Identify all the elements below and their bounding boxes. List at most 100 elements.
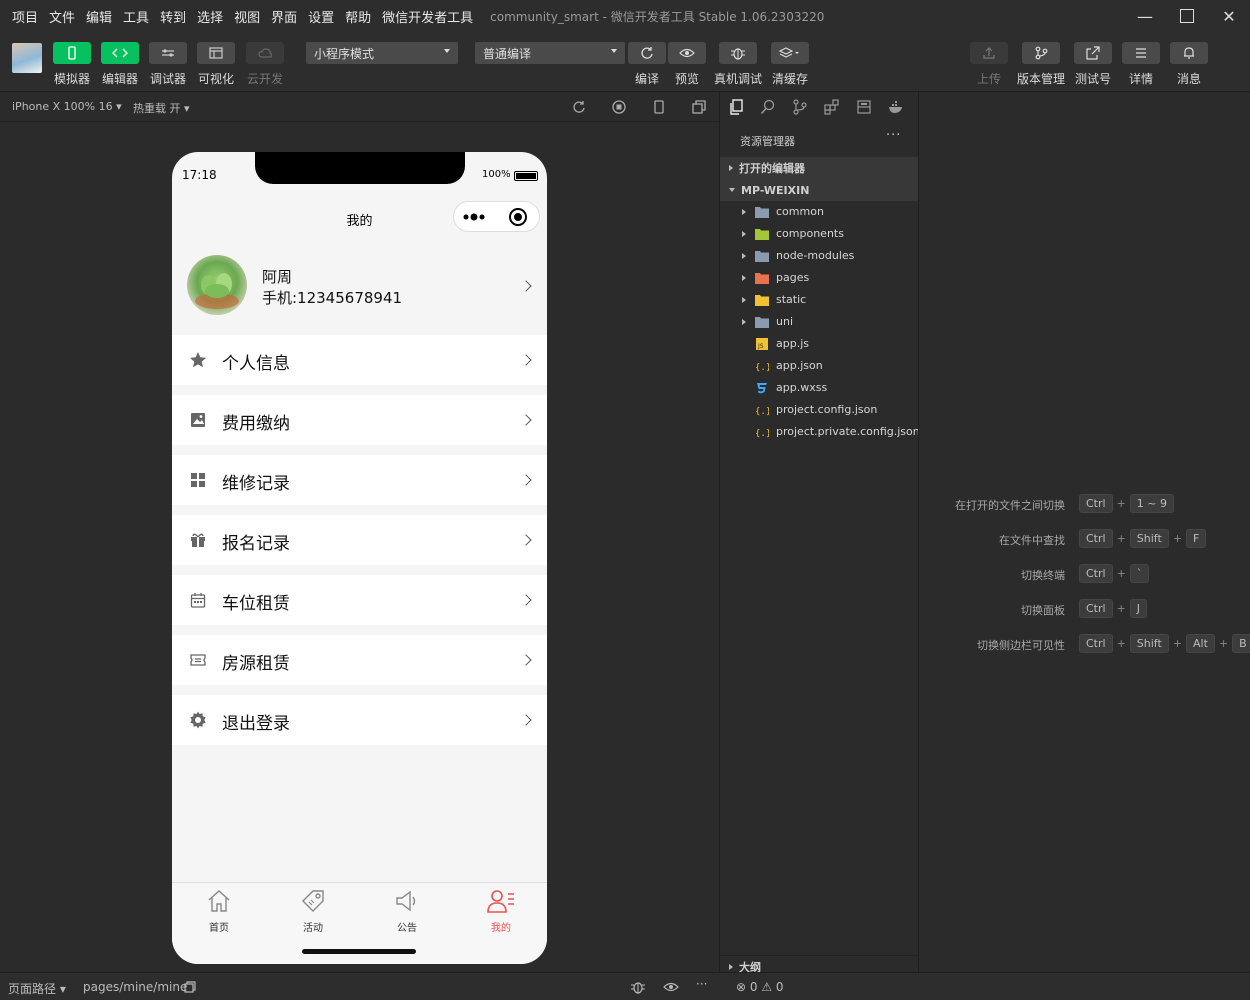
- device-frame-icon[interactable]: [651, 99, 667, 115]
- layout-button[interactable]: [197, 42, 235, 64]
- chevron-right-icon: [742, 275, 746, 281]
- chevron-right-icon: [520, 474, 532, 486]
- copy-icon[interactable]: [184, 981, 196, 996]
- chevron-right-icon: [742, 253, 746, 259]
- chevron-right-icon: [520, 354, 532, 366]
- file-item[interactable]: app.wxss: [720, 377, 919, 399]
- folder-item[interactable]: pages: [720, 267, 919, 289]
- source-control-icon[interactable]: [792, 99, 808, 115]
- detach-window-icon[interactable]: [691, 99, 707, 115]
- stop-icon[interactable]: [611, 99, 627, 115]
- file-name: components: [776, 227, 844, 240]
- folder-item[interactable]: components: [720, 223, 919, 245]
- folder-item[interactable]: uni: [720, 311, 919, 333]
- refresh-button[interactable]: [628, 42, 666, 64]
- svg-text:{.}: {.}: [755, 363, 769, 372]
- file-item[interactable]: JS app.js: [720, 333, 919, 355]
- folder-item[interactable]: common: [720, 201, 919, 223]
- battery-icon: [514, 171, 538, 181]
- tab-megaphone[interactable]: 公告: [360, 887, 454, 934]
- tab-home[interactable]: 首页: [172, 887, 266, 934]
- rotate-icon[interactable]: [571, 99, 587, 115]
- bug-button[interactable]: [719, 42, 757, 64]
- menu-item[interactable]: 界面: [271, 7, 297, 26]
- layers-icon: [779, 47, 801, 59]
- open-editors-section[interactable]: 打开的编辑器: [720, 157, 919, 179]
- menu-row[interactable]: 报名记录: [172, 515, 547, 565]
- search-icon[interactable]: [760, 99, 776, 115]
- menu-row[interactable]: 退出登录: [172, 695, 547, 745]
- bell-button[interactable]: [1170, 42, 1208, 64]
- device-select[interactable]: iPhone X 100% 16 ▾: [12, 100, 122, 113]
- minimize-button[interactable]: —: [1124, 0, 1166, 32]
- user-name: 阿周: [262, 268, 293, 286]
- folder-item[interactable]: node-modules: [720, 245, 919, 267]
- chevron-right-icon: [520, 594, 532, 606]
- plus-sign: +: [1218, 637, 1229, 650]
- menu-item[interactable]: 选择: [197, 7, 223, 26]
- file-item[interactable]: {.} project.config.json: [720, 399, 919, 421]
- layers-button[interactable]: [771, 42, 809, 64]
- compile-select[interactable]: 普通编译: [475, 42, 625, 64]
- chevron-right-icon: [729, 165, 733, 171]
- folder-icon: [755, 294, 769, 306]
- folder-item[interactable]: static: [720, 289, 919, 311]
- menu-item[interactable]: 编辑: [86, 7, 112, 26]
- close-window-button[interactable]: ✕: [1208, 0, 1250, 32]
- menu-row[interactable]: 房源租赁: [172, 635, 547, 685]
- battery-percent: 100%: [482, 169, 511, 180]
- storage-icon[interactable]: [856, 99, 872, 115]
- files-icon[interactable]: [728, 99, 744, 115]
- menu-row[interactable]: 维修记录: [172, 455, 547, 505]
- menu-item[interactable]: 文件: [49, 7, 75, 26]
- shortcut-label: 在打开的文件之间切换: [955, 499, 1065, 512]
- more-actions-button[interactable]: ···: [886, 128, 901, 143]
- menu-bar: 项目 文件 编辑 工具 转到 选择 视图 界面 设置 帮助 微信开发者工具: [0, 7, 484, 26]
- extensions-icon[interactable]: [824, 99, 840, 115]
- chevron-right-icon: [520, 280, 532, 292]
- ticket-icon: [189, 651, 207, 669]
- capsule-menu[interactable]: [453, 201, 540, 232]
- external-button[interactable]: [1074, 42, 1112, 64]
- explorer-panel: 资源管理器 ··· 打开的编辑器 MP-WEIXIN common compone…: [720, 92, 920, 974]
- eye-icon[interactable]: [663, 980, 679, 997]
- menu-item[interactable]: 转到: [160, 7, 186, 26]
- maximize-button[interactable]: [1166, 0, 1208, 32]
- menu-row[interactable]: 车位租赁: [172, 575, 547, 625]
- menu-item[interactable]: 工具: [123, 7, 149, 26]
- tab-user[interactable]: 我的: [454, 887, 547, 934]
- sliders-button[interactable]: [149, 42, 187, 64]
- tab-tag[interactable]: 活动: [266, 887, 360, 934]
- phone-button[interactable]: [53, 42, 91, 64]
- refresh-icon: [640, 46, 654, 60]
- problems-indicator[interactable]: ⊗ 0 ⚠ 0: [736, 980, 784, 994]
- shortcut-keys: Ctrl +1 ~ 9: [1079, 494, 1175, 513]
- hot-reload-toggle[interactable]: 热重载 开 ▾: [133, 100, 190, 116]
- page-path-select[interactable]: 页面路径 ▾: [8, 980, 66, 997]
- eye-button[interactable]: [668, 42, 706, 64]
- code-button[interactable]: [101, 42, 139, 64]
- folder-icon: [755, 228, 769, 240]
- file-item[interactable]: {.} app.json: [720, 355, 919, 377]
- profile-card[interactable]: 阿周 手机:12345678941: [172, 247, 547, 329]
- upload-button[interactable]: [970, 42, 1008, 64]
- menu-button[interactable]: [1122, 42, 1160, 64]
- bug-icon[interactable]: [630, 980, 646, 997]
- cloud-button[interactable]: [246, 42, 284, 64]
- menu-item[interactable]: 微信开发者工具: [382, 7, 473, 26]
- mode-select[interactable]: 小程序模式: [306, 42, 458, 64]
- branch-button[interactable]: [1022, 42, 1060, 64]
- sliders-icon: [161, 47, 175, 59]
- docker-icon[interactable]: [888, 99, 904, 115]
- user-avatar[interactable]: [12, 43, 42, 73]
- menu-item[interactable]: 视图: [234, 7, 260, 26]
- menu-item[interactable]: 设置: [308, 7, 334, 26]
- file-item[interactable]: {.} project.private.config.json: [720, 421, 920, 443]
- more-icon[interactable]: ···: [696, 977, 707, 991]
- menu-row[interactable]: 个人信息: [172, 335, 547, 385]
- menu-row[interactable]: 费用缴纳: [172, 395, 547, 445]
- menu-item[interactable]: 帮助: [345, 7, 371, 26]
- menu-item[interactable]: 项目: [12, 7, 38, 26]
- project-root-section[interactable]: MP-WEIXIN: [720, 179, 919, 201]
- simulator-toolbar: iPhone X 100% 16 ▾ 热重载 开 ▾: [0, 92, 719, 122]
